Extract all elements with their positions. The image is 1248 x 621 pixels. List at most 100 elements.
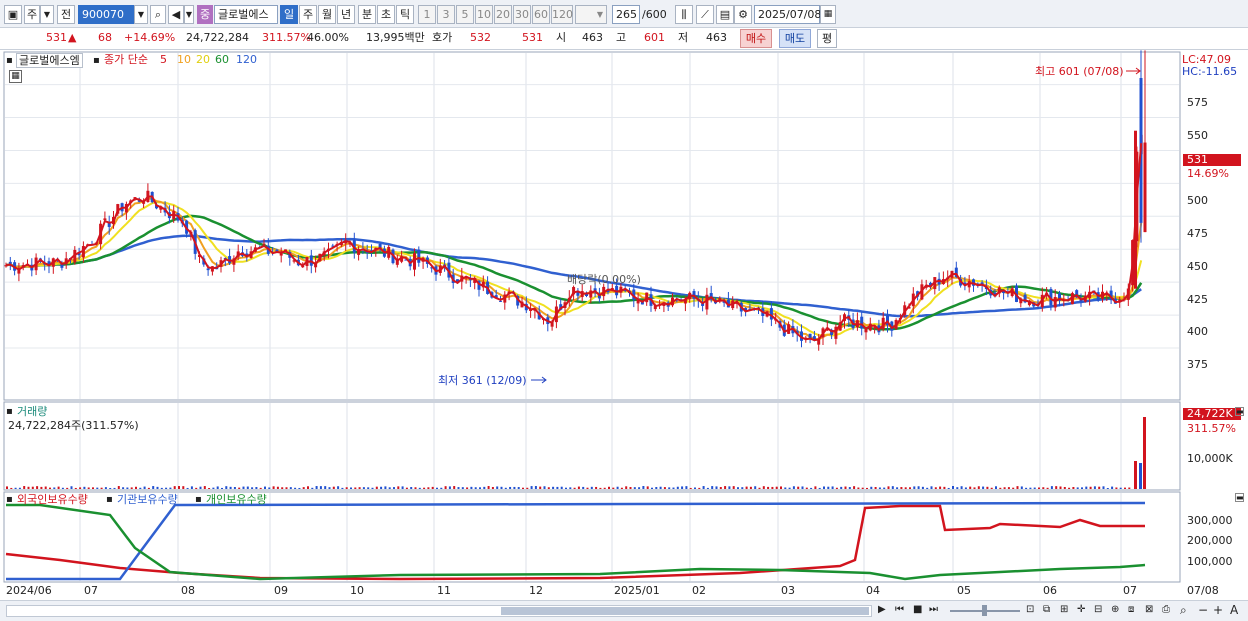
tab-min-60[interactable]: 60 — [532, 5, 550, 24]
buy-button[interactable]: 매수 — [740, 29, 772, 48]
tab-year[interactable]: 년 — [337, 5, 355, 24]
save-icon[interactable]: ▤ — [716, 5, 734, 24]
volume-bar — [397, 486, 400, 489]
current-price-tag: 531 — [1187, 153, 1208, 166]
calendar-icon[interactable]: ▦ — [820, 5, 836, 24]
date-input[interactable]: 2025/07/08 — [754, 5, 821, 24]
holding-menu-icon-2[interactable]: ▪ — [106, 493, 113, 506]
volume-bar — [500, 486, 503, 489]
volume-bar — [203, 486, 206, 489]
tab-month[interactable]: 월 — [318, 5, 336, 24]
stock-name-field[interactable]: 글로벌에스 — [214, 5, 278, 24]
dividend-annotation: 배당락(0.00%) — [567, 273, 641, 286]
tab-day[interactable]: 일 — [280, 5, 298, 24]
font-size-icon[interactable]: A — [1230, 603, 1238, 617]
count-input[interactable]: 265 — [612, 5, 640, 24]
tab-week[interactable]: 주 — [299, 5, 317, 24]
volume-bar — [737, 487, 739, 489]
crosshair-icon[interactable]: ✛ — [1077, 604, 1085, 615]
zoom-slider-handle[interactable] — [982, 605, 987, 616]
data-table-icon[interactable]: ▦ — [9, 70, 22, 83]
volume-bar — [1038, 487, 1040, 489]
speaker-icon[interactable]: ◀ — [168, 5, 184, 24]
panel-layout-icon[interactable]: ⊞ — [1060, 604, 1068, 615]
draw-line-icon[interactable]: ⟋ — [696, 5, 714, 24]
tab-min-1[interactable]: 1 — [418, 5, 436, 24]
volume-bar — [526, 487, 529, 489]
volume-menu-icon[interactable]: ▪ — [6, 405, 13, 418]
scrollbar-thumb[interactable] — [501, 607, 869, 615]
volume-value: 24,722,284 — [186, 31, 249, 44]
volume-bar — [1085, 486, 1088, 489]
volume-panel-close-icon[interactable]: ▬ — [1235, 407, 1244, 416]
holding-menu-icon-3[interactable]: ▪ — [195, 493, 202, 506]
x-axis-label: 09 — [274, 584, 288, 597]
tab-second[interactable]: 초 — [377, 5, 395, 24]
volume-bar — [668, 487, 671, 489]
volume-bar — [698, 487, 701, 489]
stock-name-label[interactable]: 글로벌에스엠 — [16, 53, 83, 68]
volume-bar — [1076, 487, 1079, 489]
speaker-dropdown-icon[interactable]: ▼ — [184, 5, 194, 24]
scroll-last-icon[interactable]: ⏭ — [929, 604, 938, 615]
prev-button[interactable]: 전 — [57, 5, 75, 24]
volume-bar — [427, 487, 430, 489]
code-dropdown-icon[interactable]: ▼ — [134, 5, 148, 24]
tab-minute[interactable]: 분 — [358, 5, 376, 24]
volume-bar — [496, 486, 499, 489]
ma-menu-icon[interactable]: ▪ — [93, 54, 100, 67]
holding-menu-icon[interactable]: ▪ — [6, 493, 13, 506]
search-icon[interactable]: ⌕ — [150, 5, 166, 24]
mode-dropdown-icon[interactable]: ▼ — [40, 5, 54, 24]
zoom-out-icon[interactable]: − — [1198, 603, 1208, 617]
volume-bar — [27, 486, 30, 489]
panel-menu-icon[interactable]: ▪ — [6, 54, 13, 67]
zoom-in-icon[interactable]: + — [1213, 603, 1223, 617]
multi-chart-icon[interactable]: ⧈ — [1128, 604, 1134, 615]
scroll-first-icon[interactable]: ⏮ — [895, 604, 904, 615]
panel-split-icon[interactable]: ⊡ — [1026, 604, 1034, 615]
tab-min-10[interactable]: 10 — [475, 5, 493, 24]
tab-min-3[interactable]: 3 — [437, 5, 455, 24]
volume-bar — [775, 486, 778, 489]
tab-min-5[interactable]: 5 — [456, 5, 474, 24]
volume-bar — [281, 487, 284, 489]
volume-bar — [810, 487, 813, 489]
window-icon[interactable]: ⊠ — [1145, 604, 1153, 615]
sell-button[interactable]: 매도 — [779, 29, 811, 48]
volume-title: 거래량 — [17, 405, 48, 418]
ma5-label: 5 — [160, 53, 167, 66]
volume-bar — [311, 487, 314, 489]
stock-code-input[interactable]: 900070 — [78, 5, 134, 24]
zoom-search-icon[interactable]: ⌕ — [1180, 603, 1187, 618]
tab-tick[interactable]: 틱 — [396, 5, 414, 24]
chart-layout-icon[interactable]: ▣ — [4, 5, 22, 24]
tab-min-20[interactable]: 20 — [494, 5, 512, 24]
volume-bar — [255, 487, 258, 489]
volume-bar — [835, 487, 838, 489]
holding-panel-close-icon[interactable]: ▬ — [1235, 493, 1244, 502]
candle-type-icon[interactable]: ⫼ — [675, 5, 693, 24]
stop-icon[interactable]: ■ — [913, 604, 922, 615]
y-tick-375: 375 — [1187, 358, 1208, 371]
chart-scrollbar[interactable] — [6, 605, 872, 617]
print-icon[interactable]: ⎙ — [1162, 604, 1170, 615]
minute-custom-dropdown[interactable]: ▼ — [575, 5, 607, 24]
flat-button[interactable]: 평 — [817, 29, 837, 48]
volume-bar — [182, 486, 185, 489]
scroll-right-icon[interactable]: ▶ — [878, 604, 886, 615]
gear-icon[interactable]: ⚙ — [734, 5, 752, 24]
volume-bar — [332, 486, 335, 489]
chart-area[interactable]: ▪ 글로벌에스엠 ▪ 종가 단순 5 10 20 60 120 ▦ LC:47.… — [0, 50, 1248, 621]
tab-min-30[interactable]: 30 — [513, 5, 531, 24]
compare-icon[interactable]: ⊟ — [1094, 604, 1102, 615]
chart-canvas[interactable] — [0, 50, 1248, 621]
link-icon[interactable]: ⊕ — [1111, 604, 1119, 615]
candle-body — [103, 218, 107, 221]
volume-bar — [608, 486, 610, 489]
panel-copy-icon[interactable]: ⧉ — [1043, 604, 1050, 615]
volume-tag: 24,722K — [1187, 407, 1233, 420]
tab-min-120[interactable]: 120 — [551, 5, 573, 24]
mode-button[interactable]: 주 — [24, 5, 40, 24]
volume-bar — [913, 486, 916, 489]
